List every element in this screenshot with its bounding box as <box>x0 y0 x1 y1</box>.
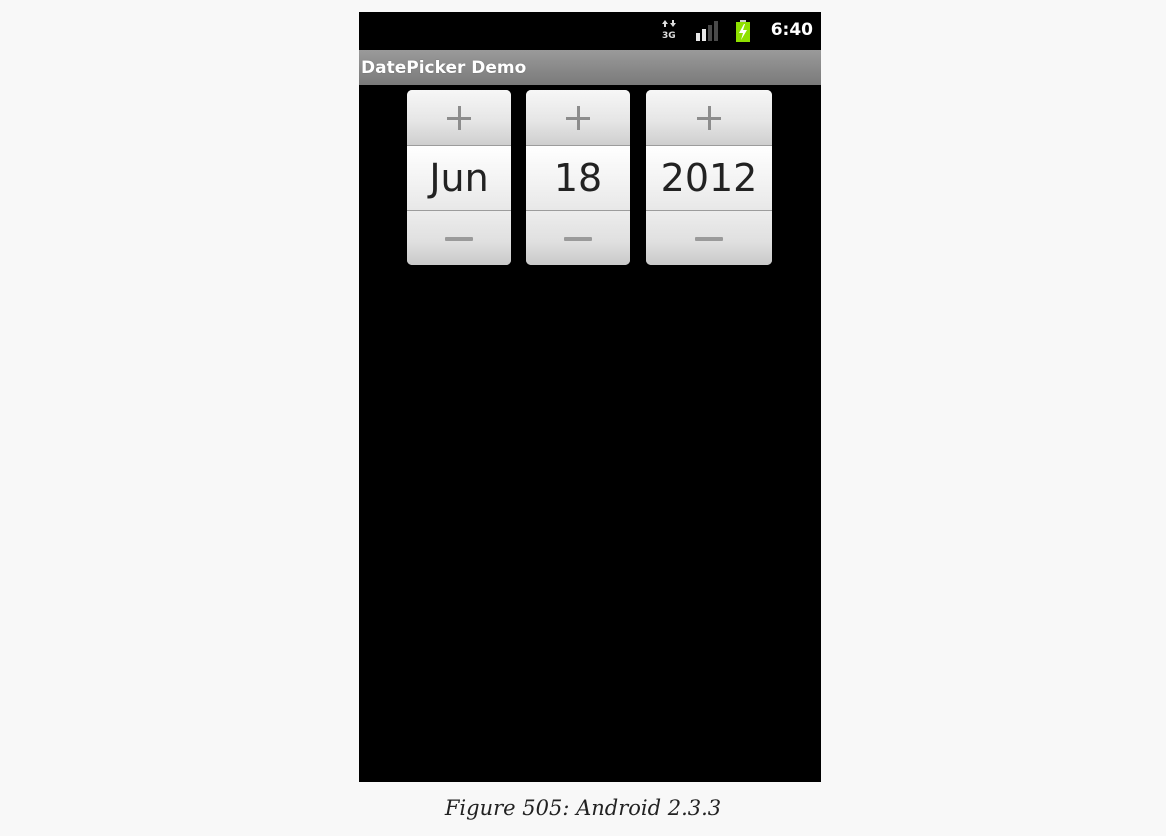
status-bar: 3G 6:40 <box>359 12 821 50</box>
year-decrement-button[interactable] <box>646 210 772 265</box>
day-picker: 18 <box>526 90 630 265</box>
year-increment-button[interactable] <box>646 90 772 146</box>
figure-caption: Figure 505: Android 2.3.3 <box>444 796 722 820</box>
month-increment-button[interactable] <box>407 90 511 146</box>
plus-icon <box>697 105 721 130</box>
day-increment-button[interactable] <box>526 90 630 146</box>
3g-data-icon: 3G <box>662 20 678 44</box>
plus-icon <box>447 105 471 130</box>
status-clock: 6:40 <box>770 20 813 40</box>
battery-charging-icon <box>736 20 750 46</box>
device-screen: 3G 6:40 DatePicker Demo Jun 18 2012 <box>359 12 821 782</box>
month-value[interactable]: Jun <box>407 146 511 210</box>
month-decrement-button[interactable] <box>407 210 511 265</box>
app-title: DatePicker Demo <box>361 58 527 78</box>
day-value[interactable]: 18 <box>526 146 630 210</box>
app-title-bar: DatePicker Demo <box>359 50 821 85</box>
month-picker: Jun <box>407 90 511 265</box>
svg-text:3G: 3G <box>662 31 676 40</box>
day-decrement-button[interactable] <box>526 210 630 265</box>
signal-icon <box>696 21 718 45</box>
plus-icon <box>566 105 590 130</box>
year-value[interactable]: 2012 <box>646 146 772 210</box>
minus-icon <box>445 236 473 241</box>
year-picker: 2012 <box>646 90 772 265</box>
minus-icon <box>564 236 592 241</box>
minus-icon <box>695 236 723 241</box>
